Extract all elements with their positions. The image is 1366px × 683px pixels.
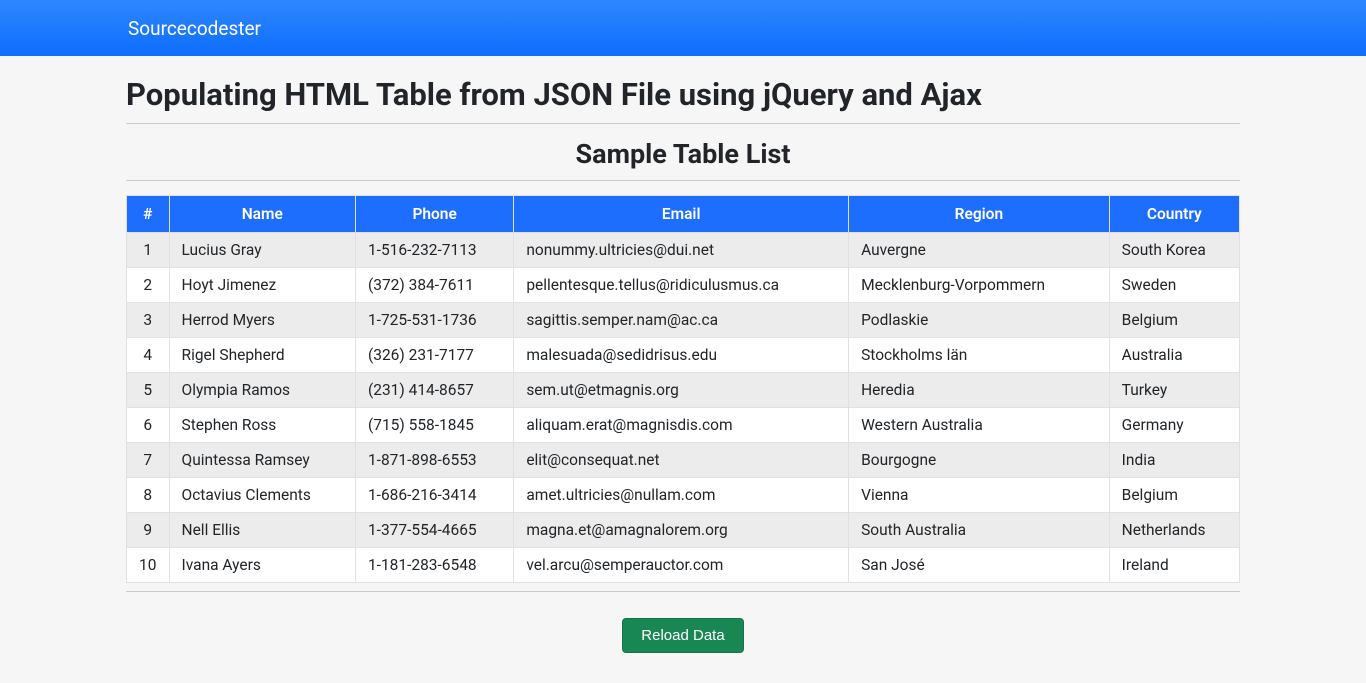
cell-email: amet.ultricies@nullam.com [514, 478, 849, 513]
cell-region: South Australia [849, 513, 1110, 548]
col-header-region: Region [849, 196, 1110, 233]
table-header-row: # Name Phone Email Region Country [127, 196, 1240, 233]
cell-phone: (231) 414-8657 [355, 373, 513, 408]
table-row: 4Rigel Shepherd(326) 231-7177malesuada@s… [127, 338, 1240, 373]
cell-phone: (715) 558-1845 [355, 408, 513, 443]
cell-name: Quintessa Ramsey [169, 443, 355, 478]
cell-region: Mecklenburg-Vorpommern [849, 268, 1110, 303]
cell-phone: 1-181-283-6548 [355, 548, 513, 583]
cell-phone: 1-377-554-4665 [355, 513, 513, 548]
col-header-index: # [127, 196, 170, 233]
cell-name: Nell Ellis [169, 513, 355, 548]
cell-country: Netherlands [1109, 513, 1239, 548]
table-row: 8Octavius Clements1-686-216-3414amet.ult… [127, 478, 1240, 513]
cell-region: Podlaskie [849, 303, 1110, 338]
cell-index: 2 [127, 268, 170, 303]
cell-name: Olympia Ramos [169, 373, 355, 408]
table-row: 10Ivana Ayers1-181-283-6548vel.arcu@semp… [127, 548, 1240, 583]
cell-phone: (372) 384-7611 [355, 268, 513, 303]
table-subtitle: Sample Table List [126, 138, 1240, 170]
data-table: # Name Phone Email Region Country 1Luciu… [126, 195, 1240, 583]
table-row: 6Stephen Ross(715) 558-1845aliquam.erat@… [127, 408, 1240, 443]
cell-email: sem.ut@etmagnis.org [514, 373, 849, 408]
cell-index: 3 [127, 303, 170, 338]
cell-index: 6 [127, 408, 170, 443]
cell-region: Auvergne [849, 233, 1110, 268]
cell-country: India [1109, 443, 1239, 478]
cell-phone: 1-686-216-3414 [355, 478, 513, 513]
cell-country: South Korea [1109, 233, 1239, 268]
brand-link[interactable]: Sourcecodester [128, 17, 261, 40]
cell-country: Belgium [1109, 478, 1239, 513]
cell-name: Rigel Shepherd [169, 338, 355, 373]
divider [126, 123, 1240, 124]
cell-email: sagittis.semper.nam@ac.ca [514, 303, 849, 338]
table-row: 7Quintessa Ramsey1-871-898-6553elit@cons… [127, 443, 1240, 478]
cell-country: Sweden [1109, 268, 1239, 303]
cell-country: Belgium [1109, 303, 1239, 338]
page-title: Populating HTML Table from JSON File usi… [126, 76, 1240, 113]
table-row: 3Herrod Myers1-725-531-1736sagittis.semp… [127, 303, 1240, 338]
cell-email: aliquam.erat@magnisdis.com [514, 408, 849, 443]
cell-index: 10 [127, 548, 170, 583]
cell-name: Ivana Ayers [169, 548, 355, 583]
col-header-phone: Phone [355, 196, 513, 233]
table-row: 1Lucius Gray1-516-232-7113nonummy.ultric… [127, 233, 1240, 268]
cell-country: Ireland [1109, 548, 1239, 583]
cell-phone: 1-516-232-7113 [355, 233, 513, 268]
cell-country: Germany [1109, 408, 1239, 443]
col-header-country: Country [1109, 196, 1239, 233]
main-container: Populating HTML Table from JSON File usi… [126, 56, 1240, 653]
cell-region: Bourgogne [849, 443, 1110, 478]
cell-phone: 1-725-531-1736 [355, 303, 513, 338]
col-header-name: Name [169, 196, 355, 233]
table-row: 5Olympia Ramos(231) 414-8657sem.ut@etmag… [127, 373, 1240, 408]
cell-phone: 1-871-898-6553 [355, 443, 513, 478]
reload-button[interactable]: Reload Data [622, 618, 743, 653]
cell-index: 7 [127, 443, 170, 478]
cell-email: nonummy.ultricies@dui.net [514, 233, 849, 268]
cell-region: Stockholms län [849, 338, 1110, 373]
cell-index: 4 [127, 338, 170, 373]
cell-phone: (326) 231-7177 [355, 338, 513, 373]
cell-email: elit@consequat.net [514, 443, 849, 478]
cell-country: Australia [1109, 338, 1239, 373]
cell-name: Herrod Myers [169, 303, 355, 338]
table-row: 9Nell Ellis1-377-554-4665magna.et@amagna… [127, 513, 1240, 548]
cell-email: pellentesque.tellus@ridiculusmus.ca [514, 268, 849, 303]
cell-index: 8 [127, 478, 170, 513]
cell-country: Turkey [1109, 373, 1239, 408]
table-row: 2Hoyt Jimenez(372) 384-7611pellentesque.… [127, 268, 1240, 303]
cell-email: magna.et@amagnalorem.org [514, 513, 849, 548]
col-header-email: Email [514, 196, 849, 233]
cell-email: vel.arcu@semperauctor.com [514, 548, 849, 583]
cell-region: San José [849, 548, 1110, 583]
cell-region: Heredia [849, 373, 1110, 408]
button-row: Reload Data [126, 618, 1240, 653]
cell-email: malesuada@sedidrisus.edu [514, 338, 849, 373]
cell-name: Octavius Clements [169, 478, 355, 513]
divider [126, 591, 1240, 592]
cell-name: Lucius Gray [169, 233, 355, 268]
navbar: Sourcecodester [0, 0, 1366, 56]
cell-index: 5 [127, 373, 170, 408]
table-body: 1Lucius Gray1-516-232-7113nonummy.ultric… [127, 233, 1240, 583]
divider [126, 180, 1240, 181]
cell-region: Western Australia [849, 408, 1110, 443]
cell-name: Stephen Ross [169, 408, 355, 443]
cell-name: Hoyt Jimenez [169, 268, 355, 303]
cell-index: 1 [127, 233, 170, 268]
cell-region: Vienna [849, 478, 1110, 513]
cell-index: 9 [127, 513, 170, 548]
